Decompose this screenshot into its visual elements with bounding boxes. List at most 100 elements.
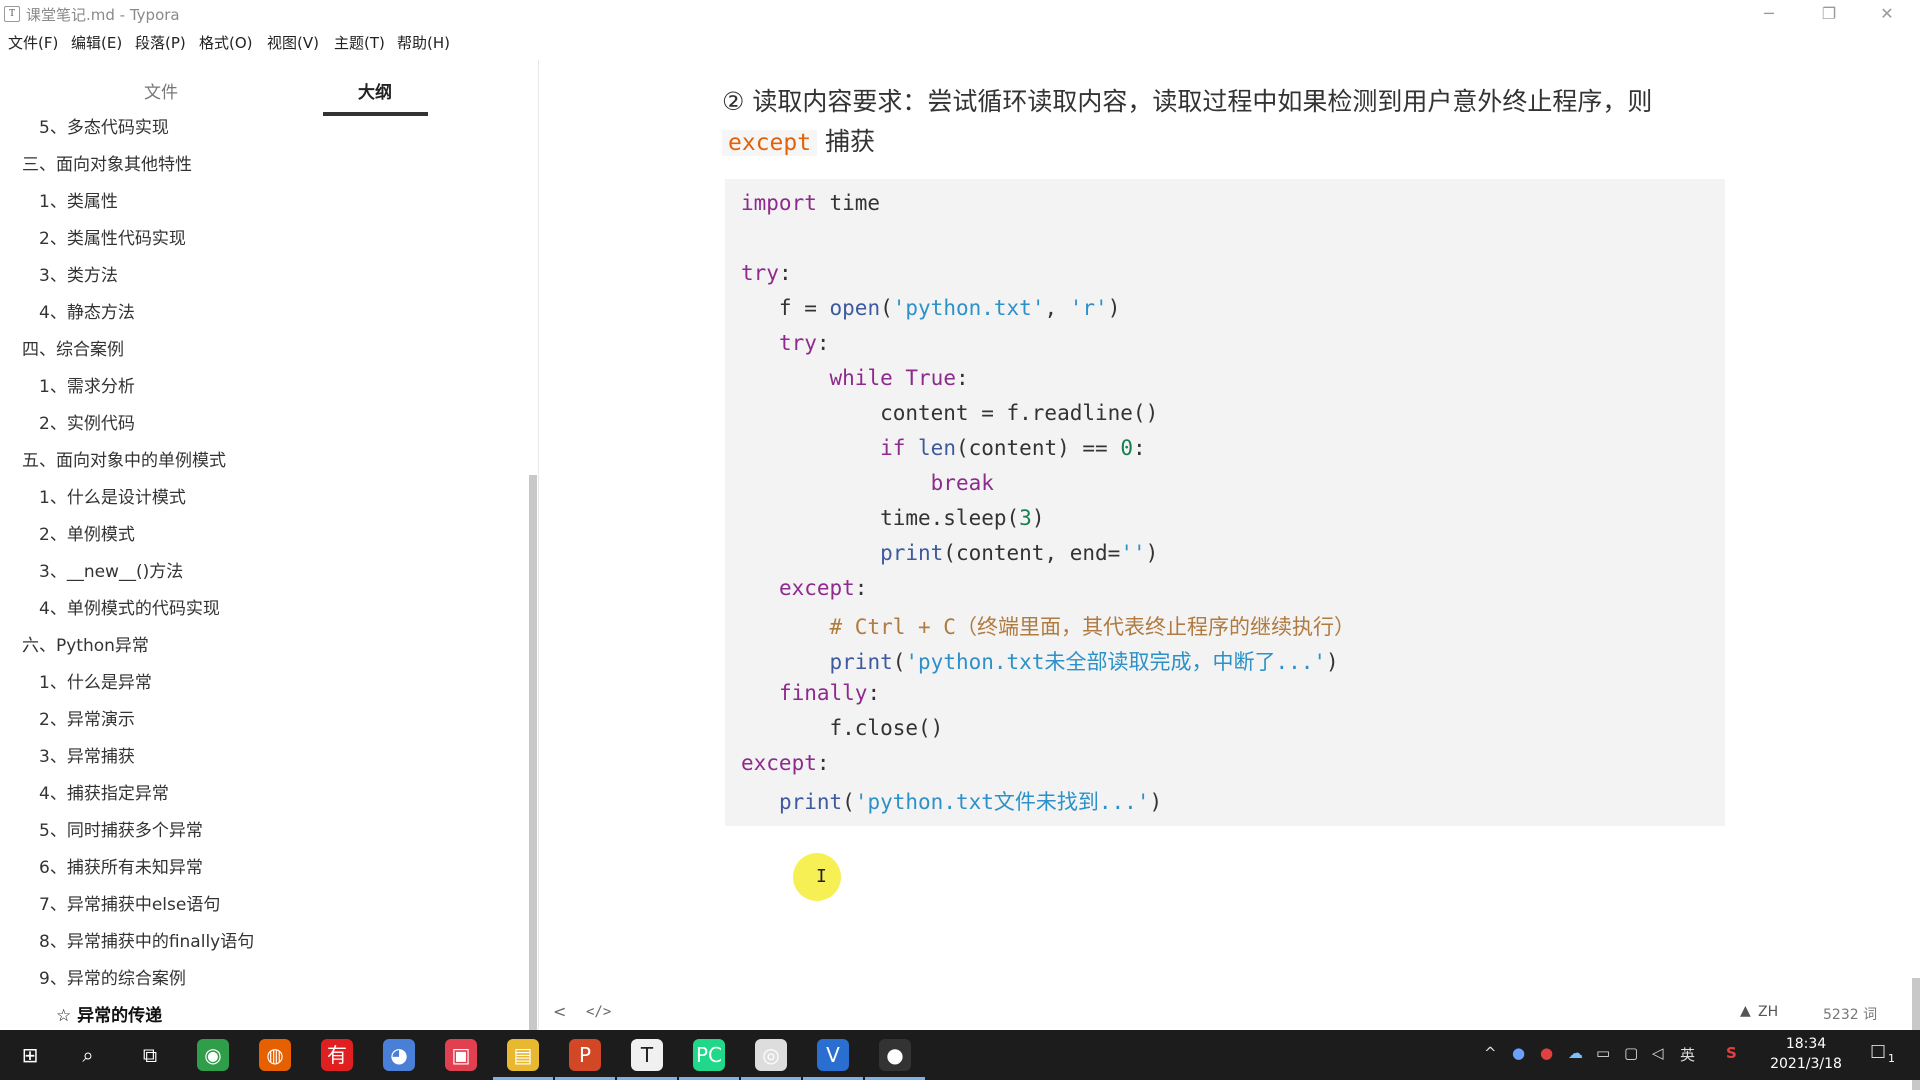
outline-item[interactable]: 2、单例模式	[39, 520, 135, 545]
taskbar-start-icon[interactable]: ⊞	[14, 1039, 46, 1071]
code-token: ,	[1044, 296, 1070, 320]
menu-help[interactable]: 帮助(H)	[397, 32, 450, 53]
taskbar-screen-recorder-icon[interactable]: ▣	[445, 1039, 477, 1071]
code-token: 'r'	[1069, 296, 1108, 320]
taskbar-task-view-icon[interactable]: ⧉	[134, 1039, 166, 1071]
code-token: 3	[1019, 506, 1032, 530]
code-token: (	[842, 790, 855, 814]
outline-item[interactable]: 4、静态方法	[39, 298, 135, 323]
code-token: :	[778, 261, 792, 285]
outline-item[interactable]: 7、异常捕获中else语句	[39, 890, 220, 915]
outline-item[interactable]: 四、综合案例	[22, 335, 124, 360]
volume-icon[interactable]: ◁	[1652, 1044, 1664, 1062]
outline-item[interactable]: 4、捕获指定异常	[39, 779, 169, 804]
outline-item[interactable]: 5、同时捕获多个异常	[39, 816, 203, 841]
taskbar-vscode-like-icon[interactable]: V	[817, 1039, 849, 1071]
code-line: print(content, end='')	[741, 541, 1158, 565]
taskbar-obs-icon[interactable]: ◎	[755, 1039, 787, 1071]
outline-item[interactable]: 4、单例模式的代码实现	[39, 594, 220, 619]
taskbar-chrome-icon[interactable]: ◉	[197, 1039, 229, 1071]
outline-item[interactable]: 6、捕获所有未知异常	[39, 853, 203, 878]
outline-item[interactable]: 五、面向对象中的单例模式	[22, 446, 226, 471]
taskbar-powerpoint-icon[interactable]: P	[569, 1039, 601, 1071]
taskbar-youdao-icon[interactable]: 有	[321, 1039, 353, 1071]
active-tab-indicator	[323, 112, 428, 116]
source-mode-button[interactable]: </>	[586, 1004, 611, 1020]
menu-file[interactable]: 文件(F)	[8, 32, 58, 53]
battery-icon[interactable]: ▭	[1596, 1044, 1610, 1062]
taskbar-typora-icon[interactable]: T	[631, 1039, 663, 1071]
menu-paragraph[interactable]: 段落(P)	[135, 32, 186, 53]
menu-format[interactable]: 格式(O)	[199, 32, 253, 53]
taskbar-search-icon[interactable]: ⌕	[72, 1039, 104, 1071]
outline-item[interactable]: 三、面向对象其他特性	[22, 150, 192, 175]
taskbar-browser-icon[interactable]: ◕	[383, 1039, 415, 1071]
notification-center-icon[interactable]: ☐	[1870, 1042, 1886, 1063]
taskbar-file-explorer-icon[interactable]: ▤	[507, 1039, 539, 1071]
clock-time[interactable]: 18:34	[1772, 1036, 1840, 1052]
menu-edit[interactable]: 编辑(E)	[71, 32, 122, 53]
taskbar-pycharm-icon[interactable]: PC	[693, 1039, 725, 1071]
word-count[interactable]: 5232 词	[1823, 1004, 1877, 1024]
outline-item[interactable]: 3、__new__()方法	[39, 557, 183, 582]
code-token: except	[741, 751, 817, 775]
sidebar-divider[interactable]	[538, 60, 539, 1030]
menu-theme[interactable]: 主题(T)	[334, 32, 385, 53]
close-icon[interactable]: ✕	[1864, 0, 1910, 28]
outline-item[interactable]: 9、异常的综合案例	[39, 964, 186, 989]
code-token: )	[1326, 650, 1339, 674]
tab-outline[interactable]: 大纲	[358, 78, 392, 103]
outline-item[interactable]: 3、异常捕获	[39, 742, 135, 767]
editor-content[interactable]: ② 读取内容要求：尝试循环读取内容，读取过程中如果检测到用户意外终止程序，则 e…	[540, 60, 1920, 1090]
code-token: )	[1149, 790, 1163, 814]
code-token: 'python.txt文件未找到...'	[854, 790, 1150, 814]
code-token: ''	[1120, 541, 1146, 565]
taskbar-recorder-icon[interactable]: ●	[879, 1039, 911, 1071]
code-token: 'python.txt未全部读取完成，中断了...'	[905, 650, 1327, 674]
tray-record-icon[interactable]: ●	[1540, 1044, 1553, 1062]
outline-item[interactable]: 3、类方法	[39, 261, 118, 286]
code-token: import	[741, 191, 817, 215]
code-token: :	[1133, 436, 1146, 460]
code-token: (	[880, 296, 893, 320]
language-indicator[interactable]: ZH	[1758, 1004, 1778, 1020]
outline-item[interactable]: 六、Python异常	[22, 631, 149, 656]
section-heading: ② 读取内容要求：尝试循环读取内容，读取过程中如果检测到用户意外终止程序，则	[722, 87, 1653, 116]
tray-chevron-icon[interactable]: ^	[1484, 1044, 1497, 1062]
sidebar-scrollbar[interactable]	[529, 475, 537, 1030]
outline-item[interactable]: 2、异常演示	[39, 705, 135, 730]
sogou-ime-icon[interactable]: S	[1726, 1044, 1737, 1062]
outline-item[interactable]: 1、什么是设计模式	[39, 483, 186, 508]
outline-item[interactable]: 2、类属性代码实现	[39, 224, 186, 249]
code-token: time	[816, 191, 881, 215]
inline-code-except: except	[722, 130, 818, 156]
menu-view[interactable]: 视图(V)	[267, 32, 319, 53]
tab-files[interactable]: 文件	[144, 78, 178, 103]
outline-item[interactable]: 8、异常捕获中的finally语句	[39, 927, 254, 952]
tray-cloud-icon[interactable]: ☁	[1568, 1044, 1583, 1062]
tray-app-icon[interactable]: ●	[1512, 1044, 1525, 1062]
outline-item[interactable]: 1、类属性	[39, 187, 118, 212]
clock-date[interactable]: 2021/3/18	[1762, 1056, 1850, 1072]
outline-item[interactable]: ☆ 异常的传递	[56, 1001, 162, 1026]
taskbar-firefox-icon[interactable]: ◍	[259, 1039, 291, 1071]
outline-item[interactable]: 5、多态代码实现	[39, 113, 169, 138]
code-token: True	[905, 366, 956, 390]
sidebar-toggle-button[interactable]: <	[553, 1002, 566, 1021]
network-icon[interactable]: ▢	[1624, 1044, 1638, 1062]
code-line: try:	[741, 261, 792, 285]
restore-icon[interactable]: ❐	[1806, 0, 1852, 28]
code-block[interactable]: import time try: f = open('python.txt', '…	[725, 179, 1725, 826]
outline-item[interactable]: 1、什么是异常	[39, 668, 152, 693]
outline-item[interactable]: 2、实例代码	[39, 409, 135, 434]
code-token: :	[854, 576, 868, 600]
ime-indicator[interactable]: 英	[1680, 1044, 1695, 1065]
code-token: (content, end=	[943, 541, 1121, 565]
code-line: f = open('python.txt', 'r')	[741, 296, 1120, 320]
code-line: print('python.txt未全部读取完成，中断了...')	[741, 646, 1339, 676]
outline-item[interactable]: 1、需求分析	[39, 372, 135, 397]
minimize-icon[interactable]: ─	[1746, 0, 1792, 28]
